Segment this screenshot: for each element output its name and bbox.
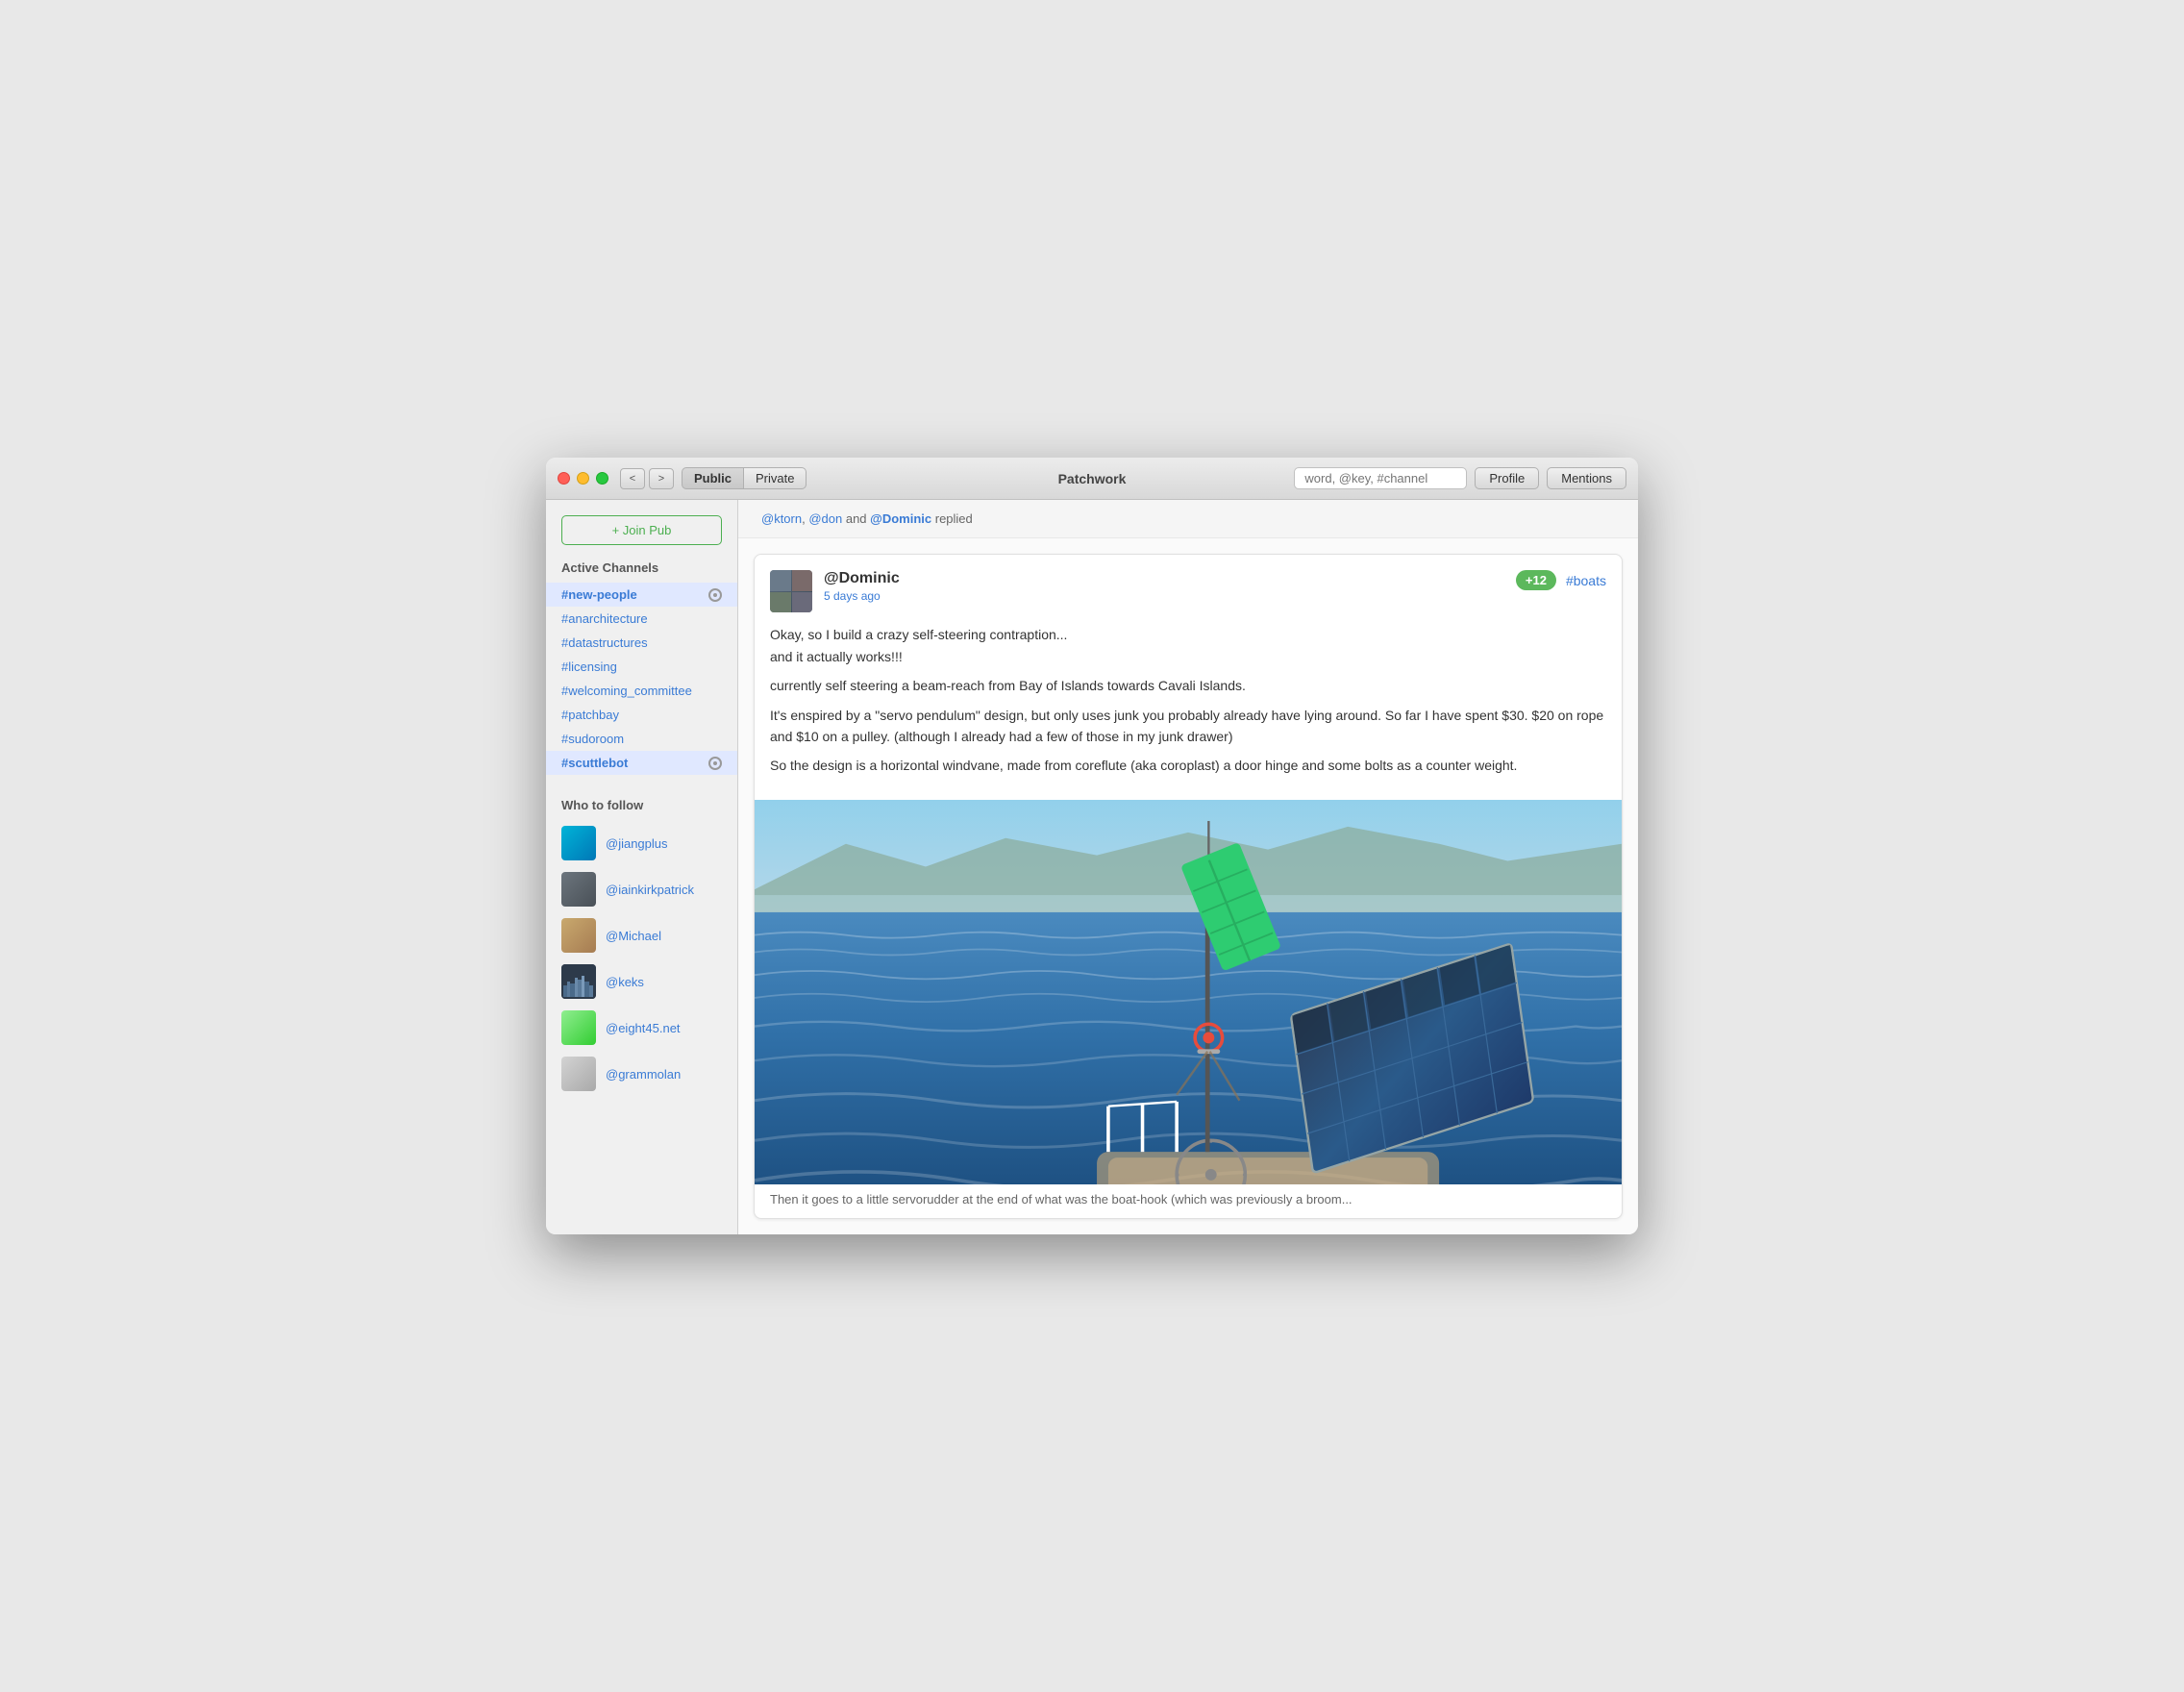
post-avatar <box>770 570 812 612</box>
follow-handle: @Michael <box>606 929 661 943</box>
channel-item[interactable]: #datastructures <box>546 631 737 655</box>
follow-handle: @grammolan <box>606 1067 681 1082</box>
channel-name: #anarchitecture <box>561 611 648 626</box>
maximize-button[interactable] <box>596 472 608 485</box>
post-header: @Dominic 5 days ago +12 #boats <box>755 555 1622 624</box>
forward-button[interactable]: > <box>649 468 674 489</box>
channel-item[interactable]: #new-people <box>546 583 737 607</box>
channel-item[interactable]: #licensing <box>546 655 737 679</box>
post-body: Okay, so I build a crazy self-steering c… <box>755 624 1622 799</box>
avatar <box>561 872 596 907</box>
channel-name: #licensing <box>561 659 617 674</box>
who-to-follow-title: Who to follow <box>546 790 737 820</box>
profile-button[interactable]: Profile <box>1475 467 1539 489</box>
replied-text2: and <box>842 511 870 526</box>
channel-item[interactable]: #scuttlebot <box>546 751 737 775</box>
follow-handle: @keks <box>606 975 644 989</box>
titlebar: < > Public Private Patchwork Profile Men… <box>546 458 1638 500</box>
avatar <box>561 1057 596 1091</box>
minimize-button[interactable] <box>577 472 589 485</box>
channel-indicator-icon <box>708 757 722 770</box>
follow-item[interactable]: @iainkirkpatrick <box>546 866 737 912</box>
search-input[interactable] <box>1294 467 1467 489</box>
channel-item[interactable]: #anarchitecture <box>546 607 737 631</box>
post-channel-tag[interactable]: #boats <box>1566 573 1606 588</box>
main-feed: @ktorn, @don and @Dominic replied <box>738 500 1638 1233</box>
private-view-button[interactable]: Private <box>744 467 807 489</box>
follow-item[interactable]: @jiangplus <box>546 820 737 866</box>
post-image-caption: Then it goes to a little servorudder at … <box>755 1184 1622 1218</box>
channel-list: #new-people #anarchitecture #datastructu… <box>546 583 737 775</box>
post-paragraph: So the design is a horizontal windvane, … <box>770 755 1606 776</box>
replied-notice: @ktorn, @don and @Dominic replied <box>738 500 1638 538</box>
window-title: Patchwork <box>1058 471 1127 486</box>
avatar <box>561 826 596 860</box>
join-pub-button[interactable]: + Join Pub <box>561 515 722 545</box>
replied-text3: replied <box>931 511 973 526</box>
follow-item[interactable]: @eight45.net <box>546 1005 737 1051</box>
channel-item[interactable]: #patchbay <box>546 703 737 727</box>
post-author-area: @Dominic 5 days ago <box>770 570 900 612</box>
avatar <box>561 1010 596 1045</box>
post-time: 5 days ago <box>824 589 900 603</box>
follow-handle: @iainkirkpatrick <box>606 883 694 897</box>
post-image <box>755 800 1622 1184</box>
avatar <box>561 918 596 953</box>
channel-item[interactable]: #sudoroom <box>546 727 737 751</box>
mention-ktorn: @ktorn <box>761 511 802 526</box>
post-paragraph: It's enspired by a "servo pendulum" desi… <box>770 705 1606 748</box>
back-button[interactable]: < <box>620 468 645 489</box>
post-paragraph: currently self steering a beam-reach fro… <box>770 675 1606 696</box>
caption-text: Then it goes to a little servorudder at … <box>770 1192 1353 1207</box>
channel-indicator-icon <box>708 588 722 602</box>
follow-item[interactable]: @keks <box>546 958 737 1005</box>
follow-item[interactable]: @Michael <box>546 912 737 958</box>
mention-dominic: @Dominic <box>870 511 931 526</box>
channel-name: #welcoming_committee <box>561 684 692 698</box>
view-toggle: Public Private <box>682 467 807 489</box>
app-window: < > Public Private Patchwork Profile Men… <box>546 458 1638 1233</box>
public-view-button[interactable]: Public <box>682 467 744 489</box>
follow-handle: @eight45.net <box>606 1021 681 1035</box>
channel-name: #datastructures <box>561 635 648 650</box>
channel-name: #sudoroom <box>561 732 624 746</box>
traffic-lights <box>558 472 608 485</box>
reaction-badge[interactable]: +12 <box>1516 570 1556 590</box>
follow-item[interactable]: @grammolan <box>546 1051 737 1097</box>
content-area: + Join Pub Active Channels #new-people #… <box>546 500 1638 1233</box>
channel-name: #new-people <box>561 587 637 602</box>
mention-don: @don <box>808 511 842 526</box>
channel-item[interactable]: #welcoming_committee <box>546 679 737 703</box>
author-info: @Dominic 5 days ago <box>824 570 900 603</box>
author-name[interactable]: @Dominic <box>824 570 900 587</box>
avatar <box>561 964 596 999</box>
nav-buttons: < > <box>620 468 674 489</box>
channel-name: #patchbay <box>561 708 619 722</box>
sidebar: + Join Pub Active Channels #new-people #… <box>546 500 738 1233</box>
post-paragraph: Okay, so I build a crazy self-steering c… <box>770 624 1606 667</box>
mentions-button[interactable]: Mentions <box>1547 467 1626 489</box>
titlebar-right: Profile Mentions <box>1294 467 1626 489</box>
follow-list: @jiangplus @iainkirkpatrick @Michael <box>546 820 737 1097</box>
active-channels-title: Active Channels <box>546 560 737 583</box>
follow-handle: @jiangplus <box>606 836 668 851</box>
post-card: @Dominic 5 days ago +12 #boats Okay, so … <box>754 554 1623 1218</box>
post-meta-right: +12 #boats <box>1516 570 1606 590</box>
channel-name: #scuttlebot <box>561 756 628 770</box>
close-button[interactable] <box>558 472 570 485</box>
